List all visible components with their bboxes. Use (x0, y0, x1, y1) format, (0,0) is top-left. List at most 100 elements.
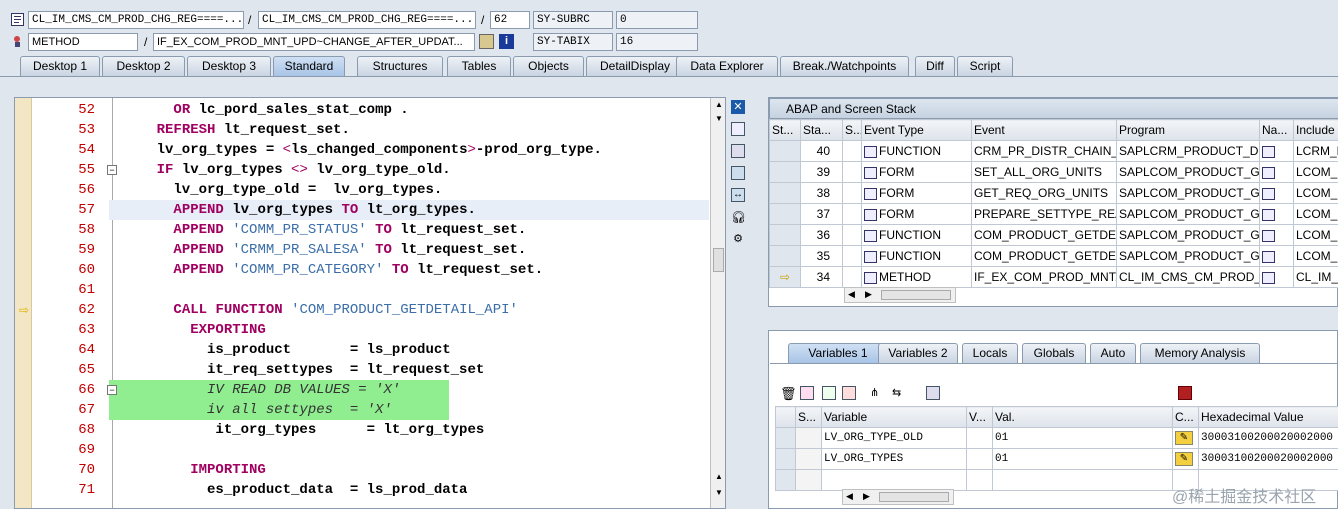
scroll-thumb[interactable] (879, 492, 949, 502)
variable-column-header[interactable]: S... (795, 406, 822, 428)
tab-script[interactable]: Script (957, 56, 1013, 76)
stack-column-header[interactable]: St... (769, 119, 801, 141)
variable-value[interactable] (992, 469, 1173, 491)
save-icon[interactable] (1178, 386, 1192, 400)
stack-row[interactable]: ⇨ 34 METHOD IF_EX_COM_PROD_MNT... CL_IM_CMS_… (769, 266, 1338, 288)
stack-row[interactable]: 39 FORM SET_ALL_ORG_UNITS SAPLCOM_PRODUCT_G… (769, 161, 1338, 183)
tab-variables-1[interactable]: Variables 1 (788, 343, 888, 363)
stack-row[interactable]: 37 FORMPREPARE_SETTYPE_REA...SAPLCOM_PROD… (769, 203, 1338, 225)
row-selector[interactable] (775, 448, 796, 470)
source-icon[interactable] (864, 166, 877, 179)
code-line[interactable]: 59 APPEND 'CRMM_PR_SALESA' TO lt_request… (15, 240, 710, 260)
code-line[interactable]: 54 lv_org_types = <ls_changed_components… (15, 140, 710, 160)
detail-icon[interactable] (800, 386, 814, 400)
variables-horizontal-scrollbar[interactable]: ◀ ▶ (842, 489, 954, 505)
code-line[interactable]: 67 iv all settypes = 'X' (15, 400, 710, 420)
code-line[interactable]: 71 es_product_data = ls_prod_data (15, 480, 710, 500)
headset-icon[interactable]: 🎧︎ (731, 210, 746, 224)
resize-icon[interactable]: ↔ (731, 188, 745, 202)
delete-icon[interactable]: 🗑︎ (780, 386, 797, 401)
code-line[interactable]: 68 it_org_types = lt_org_types (15, 420, 710, 440)
tab-detaildisplay[interactable]: DetailDisplay (586, 56, 684, 76)
variable-column-header[interactable]: Variable (821, 406, 967, 428)
code-line[interactable]: 63 EXPORTING (15, 320, 710, 340)
variable-column-header[interactable]: Val. (992, 406, 1173, 428)
code-editor[interactable]: 52 OR lc_pord_sales_stat_comp . 53 REFRES… (14, 97, 726, 509)
tab-memory-analysis[interactable]: Memory Analysis (1140, 343, 1260, 363)
tab-globals[interactable]: Globals (1022, 343, 1086, 363)
stack-row[interactable]: 38 FORM GET_REQ_ORG_UNITS SAPLCOM_PRODUCT_G… (769, 182, 1338, 204)
tab-data-explorer[interactable]: Data Explorer (676, 56, 778, 76)
new-tool-icon[interactable] (731, 122, 745, 136)
scroll-left-icon[interactable]: ◀ (846, 491, 853, 502)
edit-pencil-icon[interactable]: ✎ (1175, 431, 1193, 446)
tab-break-watchpoints[interactable]: Break./Watchpoints (780, 56, 909, 76)
source-icon[interactable] (864, 208, 877, 221)
tab-locals[interactable]: Locals (962, 343, 1018, 363)
scroll-right-icon[interactable]: ▶ (863, 491, 870, 502)
code-line[interactable]: 61 (15, 280, 710, 300)
navigate-icon[interactable] (1262, 229, 1275, 242)
code-line[interactable]: 62 ⇨ CALL FUNCTION 'COM_PRODUCT_GETDETAIL… (15, 300, 710, 320)
tab-desktop-2[interactable]: Desktop 2 (102, 56, 185, 76)
navigate-icon[interactable] (1262, 271, 1275, 284)
scroll-thumb[interactable] (713, 248, 724, 272)
stack-column-header[interactable]: Event Type (861, 119, 972, 141)
tab-variables-2[interactable]: Variables 2 (878, 343, 958, 363)
source-icon[interactable] (864, 229, 877, 242)
tab-structures[interactable]: Structures (357, 56, 443, 76)
tab-desktop-3[interactable]: Desktop 3 (187, 56, 271, 76)
type-field[interactable]: METHOD (28, 33, 138, 51)
stack-column-header[interactable]: S... (842, 119, 862, 141)
variable-name[interactable]: LV_ORG_TYPES (821, 448, 967, 470)
tab-auto[interactable]: Auto (1090, 343, 1136, 363)
row-selector-header[interactable] (775, 406, 796, 428)
navigate-icon[interactable] (1262, 208, 1275, 221)
variable-column-header[interactable]: Hexadecimal Value (1198, 406, 1338, 428)
code-line[interactable]: 66 − IV READ DB VALUES = 'X' (15, 380, 710, 400)
code-line[interactable]: 56 lv_org_type_old = lv_org_types. (15, 180, 710, 200)
scroll-thumb[interactable] (881, 290, 951, 300)
navigate-icon[interactable] (1262, 145, 1275, 158)
stack-column-header[interactable]: Event (971, 119, 1117, 141)
source-icon[interactable] (864, 271, 877, 284)
line-field[interactable]: 62 (490, 11, 530, 29)
variable-name[interactable] (821, 469, 967, 491)
info-icon[interactable]: i (499, 34, 514, 49)
variable-row[interactable]: LV_ORG_TYPES 01 ✎ 30003100200020002000 (775, 448, 1338, 470)
scroll-up-icon[interactable]: ▲ (715, 472, 723, 481)
variable-value[interactable]: 01 (992, 427, 1173, 449)
transfer-icon[interactable]: ⇆ (892, 386, 906, 400)
stack-row[interactable]: 35 FUNCTION COM_PRODUCT_GETDE... SAPLCOM_PR… (769, 245, 1338, 267)
method-field[interactable]: IF_EX_COM_PROD_MNT_UPD~CHANGE_AFTER_UPDA… (153, 33, 475, 51)
code-line[interactable]: 52 OR lc_pord_sales_stat_comp . (15, 100, 710, 120)
navigate-icon[interactable] (1262, 187, 1275, 200)
variable-name[interactable]: LV_ORG_TYPE_OLD (821, 427, 967, 449)
code-line[interactable]: 60 APPEND 'COMM_PR_CATEGORY' TO lt_reque… (15, 260, 710, 280)
swap-tool-icon[interactable] (731, 144, 745, 158)
editor-vertical-scrollbar[interactable]: ▲ ▼ ▲ ▼ (710, 98, 725, 508)
close-icon[interactable]: ✕ (731, 100, 745, 114)
code-line[interactable]: 64 is_product = ls_product (15, 340, 710, 360)
code-line[interactable]: 70 IMPORTING (15, 460, 710, 480)
navigate-icon[interactable] (1262, 166, 1275, 179)
code-line[interactable]: 57 APPEND lv_org_types TO lt_org_types. (15, 200, 710, 220)
tab-diff[interactable]: Diff (915, 56, 955, 76)
scroll-down-icon[interactable]: ▼ (715, 114, 723, 123)
scroll-right-icon[interactable]: ▶ (865, 289, 872, 300)
code-line[interactable]: 55 − IF lv_org_types <> lv_org_type_old. (15, 160, 710, 180)
row-selector[interactable] (775, 427, 796, 449)
tab-standard[interactable]: Standard (273, 56, 345, 76)
source-icon[interactable] (864, 187, 877, 200)
tool-settings-icon[interactable]: ⚙ (731, 232, 745, 246)
export-icon[interactable] (926, 386, 940, 400)
stack-column-header[interactable]: Sta... (800, 119, 843, 141)
class-field-1[interactable]: CL_IM_CMS_CM_PROD_CHG_REG====... (28, 11, 244, 29)
source-icon[interactable] (864, 145, 877, 158)
variable-value[interactable]: 01 (992, 448, 1173, 470)
code-line[interactable]: 69 (15, 440, 710, 460)
scroll-down-icon[interactable]: ▼ (715, 488, 723, 497)
stack-column-header[interactable]: Program (1116, 119, 1260, 141)
stack-row[interactable]: 40 FUNCTION CRM_PR_DISTR_CHAIN_... SAPLCRM_… (769, 140, 1338, 162)
display-icon[interactable] (479, 34, 494, 49)
